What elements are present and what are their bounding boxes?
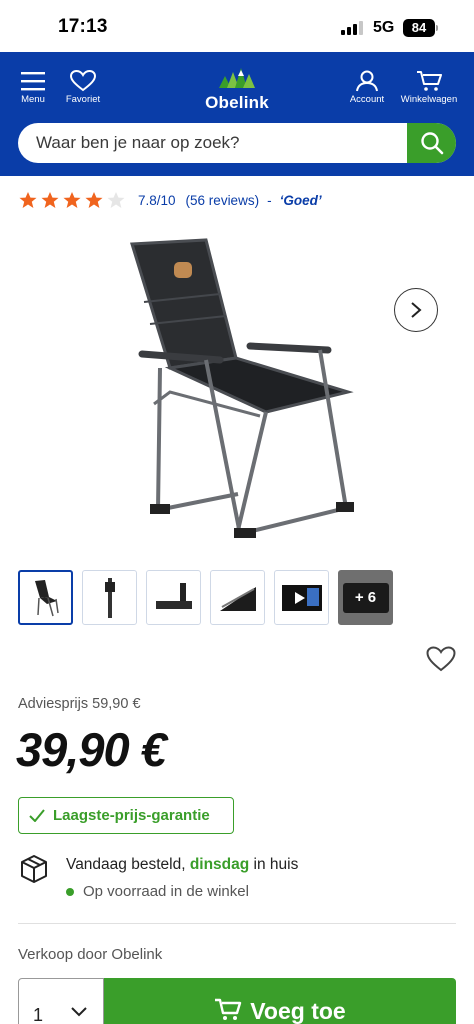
video-play-icon: [281, 584, 322, 611]
detail-thumb-icon: [219, 586, 256, 611]
thumbnail-video[interactable]: [274, 570, 329, 625]
thumbnail-3[interactable]: [146, 570, 201, 625]
account-label: Account: [349, 94, 385, 105]
favorites-button[interactable]: Favoriet: [62, 70, 104, 105]
delivery-day: dinsdag: [189, 856, 250, 873]
advice-price: Adviesprijs 59,90 €: [18, 696, 141, 712]
checkmark-icon: [29, 809, 45, 822]
divider: [18, 923, 456, 924]
star-filled-icon: [19, 191, 37, 209]
status-time: 17:13: [58, 16, 108, 37]
thumbnail-strip: + 6: [18, 570, 393, 625]
thumbnail-2[interactable]: [82, 570, 137, 625]
price-guarantee-badge[interactable]: Laagste-prijs-garantie: [18, 797, 234, 834]
user-icon: [356, 70, 378, 92]
add-to-cart-label: Voeg toe: [250, 998, 346, 1024]
guarantee-label: Laagste-prijs-garantie: [53, 807, 210, 824]
delivery-prefix: Vandaag besteld,: [66, 856, 190, 873]
product-image[interactable]: [110, 232, 360, 552]
favorites-label: Favoriet: [65, 94, 101, 105]
chair-thumb-icon: [34, 579, 59, 616]
chevron-down-icon: [71, 1007, 87, 1017]
thumbnail-more[interactable]: + 6: [338, 570, 393, 625]
more-images-count: + 6: [342, 582, 389, 613]
stock-label: Op voorraad in de winkel: [83, 883, 249, 900]
heart-icon: [70, 70, 96, 92]
chevron-right-icon: [411, 302, 422, 318]
battery-tip: [436, 25, 438, 31]
star-filled-icon: [41, 191, 59, 209]
delivery-suffix: in huis: [249, 856, 299, 873]
brand-name: Obelink: [205, 93, 269, 112]
menu-button[interactable]: Menu: [17, 70, 49, 105]
site-header: Menu Favoriet Obelink Account Winkelwage…: [0, 52, 474, 176]
thumbnail-4[interactable]: [210, 570, 265, 625]
next-image-button[interactable]: [394, 288, 438, 332]
wishlist-button[interactable]: [426, 646, 456, 677]
cart-label: Winkelwagen: [400, 94, 458, 105]
seller-info: Verkoop door Obelink: [18, 946, 163, 963]
star-filled-icon: [85, 191, 103, 209]
delivery-estimate: Vandaag besteld, dinsdag in huis: [66, 856, 298, 874]
menu-label: Menu: [21, 94, 45, 105]
status-bar: 17:13 5G 84: [0, 0, 474, 52]
cart-icon: [417, 71, 442, 91]
star-empty-icon: [107, 191, 125, 209]
cart-button[interactable]: Winkelwagen: [400, 70, 458, 105]
battery-icon: 84: [403, 19, 435, 37]
brand-logo[interactable]: Obelink: [180, 68, 294, 112]
product-price: 39,90 €: [16, 723, 167, 776]
stock-status: Op voorraad in de winkel: [66, 883, 249, 900]
stock-dot-icon: [66, 887, 74, 896]
rating-label: ‘Goed’: [279, 192, 322, 208]
quantity-select[interactable]: 1: [18, 978, 104, 1024]
account-button[interactable]: Account: [348, 70, 386, 105]
star-filled-icon: [63, 191, 81, 209]
search-icon: [420, 132, 443, 155]
network-label: 5G: [373, 19, 395, 36]
thumbnail-1[interactable]: [18, 570, 73, 625]
rating-stars: [18, 191, 126, 209]
product-rating[interactable]: 7.8/10 (56 reviews) - ‘Goed’: [18, 190, 322, 210]
folding-chair-illustration: [130, 238, 354, 538]
review-count-link[interactable]: (56 reviews): [186, 193, 260, 208]
search-input[interactable]: [36, 123, 406, 163]
tree-logo-icon: [219, 68, 255, 88]
folded-chair-thumb-icon: [104, 577, 115, 618]
package-icon: [21, 855, 47, 883]
cart-icon: [215, 998, 242, 1020]
rating-separator: -: [267, 192, 272, 208]
add-to-cart-button[interactable]: Voeg toe: [104, 978, 456, 1024]
armrest-thumb-icon: [155, 582, 192, 609]
rating-score: 7.8/10: [138, 192, 176, 208]
search-bar: [18, 123, 456, 163]
quantity-value: 1: [33, 1005, 44, 1024]
heart-outline-icon: [426, 646, 456, 672]
hamburger-icon: [21, 72, 45, 91]
search-button[interactable]: [407, 123, 456, 163]
signal-icon: [341, 21, 363, 35]
